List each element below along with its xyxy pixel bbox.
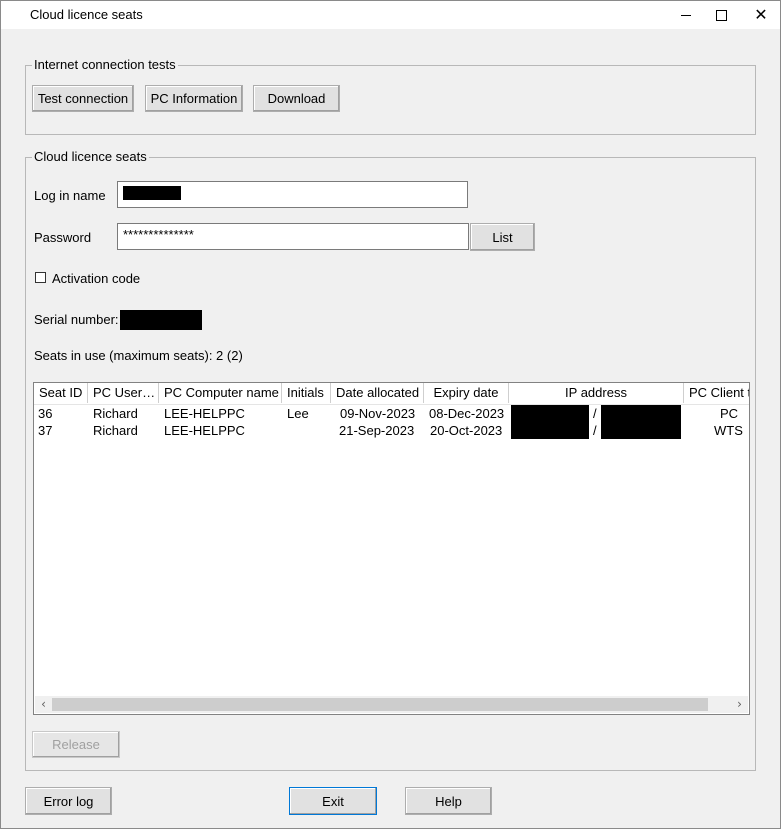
column-computer-name[interactable]: PC Computer name [159,383,282,403]
seats-summary: Seats in use (maximum seats): 2 (2) [34,348,243,363]
login-redaction [123,186,181,200]
cell-ip-separator: / [593,406,597,421]
cell-initials: Lee [287,406,309,421]
cell-expiry-date: 08-Dec-2023 [429,406,505,421]
help-button[interactable]: Help [405,787,492,815]
maximize-icon [715,9,727,21]
activation-code-label: Activation code [52,271,141,286]
list-button[interactable]: List [470,223,535,251]
cell-pc-user: Richard [93,406,138,421]
cell-seat-id: 37 [38,423,53,438]
password-value: ************** [123,227,194,242]
column-date-allocated[interactable]: Date allocated [331,383,424,403]
ip-redaction [601,422,681,439]
minimize-button[interactable] [666,1,706,29]
horizontal-scrollbar[interactable]: ‹ › [35,696,748,713]
scrollbar-thumb[interactable] [52,698,708,711]
serial-number-label: Serial number: [34,312,119,327]
column-pc-client[interactable]: PC Client t [684,383,749,403]
window-title: Cloud licence seats [30,7,143,22]
cell-computer-name: LEE-HELPPC [164,423,245,438]
column-expiry-date[interactable]: Expiry date [424,383,509,403]
ip-redaction [601,405,681,422]
table-row[interactable]: 36 Richard LEE-HELPPC Lee 09-Nov-2023 08… [34,405,749,422]
password-input[interactable]: ************** [117,223,469,250]
dialog-window: Cloud licence seats ✕ Internet connectio… [0,0,781,829]
cell-pc-client: PC [720,406,739,421]
seats-table[interactable]: Seat ID PC User… PC Computer name Initia… [33,382,750,715]
cell-pc-user: Richard [93,423,138,438]
cell-ip-separator: / [593,423,597,438]
serial-number-redaction [120,310,202,330]
column-pc-user[interactable]: PC User… [88,383,159,403]
error-log-button[interactable]: Error log [25,787,112,815]
release-button[interactable]: Release [32,731,120,758]
column-ip-address[interactable]: IP address [509,383,684,403]
close-button[interactable]: ✕ [741,1,781,29]
cell-seat-id: 36 [38,406,53,421]
chevron-right-icon[interactable]: › [731,696,748,713]
column-initials[interactable]: Initials [282,383,331,403]
table-header: Seat ID PC User… PC Computer name Initia… [34,383,749,405]
minimize-icon [681,14,691,16]
column-seat-id[interactable]: Seat ID [34,383,88,403]
exit-button[interactable]: Exit [289,787,377,815]
pc-information-button[interactable]: PC Information [145,85,243,112]
internet-tests-legend: Internet connection tests [32,57,178,73]
login-label: Log in name [34,188,106,203]
maximize-button[interactable] [701,1,741,29]
download-button[interactable]: Download [253,85,340,112]
internet-tests-group: Internet connection tests [25,57,756,135]
close-icon: ✕ [754,5,768,24]
password-label: Password [34,230,92,245]
cell-pc-client: WTS [714,423,743,438]
ip-redaction [511,422,589,439]
cell-date-allocated: 21-Sep-2023 [339,423,415,438]
title-bar: Cloud licence seats ✕ [1,1,780,29]
activation-code-checkbox[interactable] [35,272,46,283]
cell-date-allocated: 09-Nov-2023 [340,406,416,421]
chevron-left-icon[interactable]: ‹ [35,696,52,713]
test-connection-button[interactable]: Test connection [32,85,134,112]
cell-computer-name: LEE-HELPPC [164,406,245,421]
ip-redaction [511,405,589,422]
cloud-seats-legend: Cloud licence seats [32,149,149,165]
login-input[interactable] [117,181,468,208]
table-row[interactable]: 37 Richard LEE-HELPPC 21-Sep-2023 20-Oct… [34,422,749,439]
cell-expiry-date: 20-Oct-2023 [430,423,503,438]
